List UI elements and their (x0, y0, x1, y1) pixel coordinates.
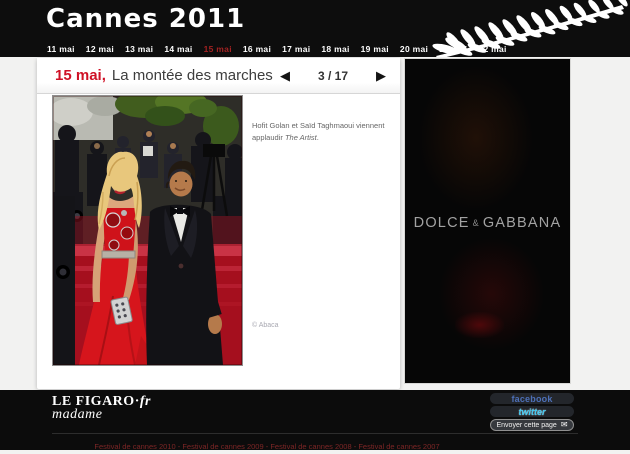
site-title: Cannes 2011 (46, 4, 245, 34)
date-nav-item-12-mai[interactable]: 12 mai (86, 44, 114, 54)
gallery-header: 15 mai, La montée des marches ◀ 3 / 17 ▶ (37, 58, 400, 94)
date-nav-item-19-mai[interactable]: 19 mai (361, 44, 389, 54)
caption-work-title: The Artist (285, 133, 317, 142)
gallery-date-label: 15 mai, (55, 67, 106, 84)
twitter-button[interactable]: twitter (490, 406, 574, 417)
logo-fr-text: fr (140, 394, 151, 409)
previous-photo-button[interactable]: ◀ (276, 67, 294, 84)
ad-brand-text: DOLCE&GABBANA (405, 215, 570, 231)
social-buttons: facebook twitter Envoyer cette page ✉ (490, 393, 576, 433)
ad-brand-right: GABBANA (483, 215, 562, 231)
ad-brand-ampersand: & (470, 218, 483, 228)
logo-madame-text: madame (52, 408, 151, 423)
content-area: 15 mai, La montée des marches ◀ 3 / 17 ▶ (0, 57, 630, 390)
footer-links: Festival de cannes 2010 - Festival de ca… (52, 436, 482, 454)
lefigaro-madame-logo[interactable]: LE FIGARO·fr madame (52, 395, 151, 422)
photo-counter: 3 / 17 (294, 69, 372, 83)
send-page-button[interactable]: Envoyer cette page ✉ (490, 419, 574, 431)
date-nav-item-14-mai[interactable]: 14 mai (164, 44, 192, 54)
photo-caption: Hofit Golan et Saïd Taghmaoui viennent a… (252, 120, 390, 143)
next-photo-button[interactable]: ▶ (372, 67, 390, 84)
red-carpet-photo-illustration (53, 96, 242, 365)
date-nav-item-17-mai[interactable]: 17 mai (282, 44, 310, 54)
caption-end: . (317, 133, 319, 142)
twitter-logo-text: twitter (519, 407, 546, 417)
date-nav-item-18-mai[interactable]: 18 mai (321, 44, 349, 54)
ad-background-shape (418, 65, 534, 211)
envelope-icon: ✉ (561, 421, 568, 429)
facebook-logo-text: facebook (511, 394, 552, 404)
date-nav-item-15-mai[interactable]: 15 mai (204, 44, 232, 54)
dolce-gabbana-ad[interactable]: DOLCE&GABBANA (405, 59, 570, 383)
date-nav-item-11-mai[interactable]: 11 mai (47, 44, 75, 54)
photo-credit: © Abaca (252, 322, 279, 329)
gallery-panel: 15 mai, La montée des marches ◀ 3 / 17 ▶ (37, 58, 400, 389)
site-header: Cannes 2011 11 mai 12 mai 13 mai 14 mai 15 m… (0, 0, 630, 57)
footer-divider (52, 433, 578, 434)
gallery-title: La montée des marches (112, 67, 273, 84)
page-footer: LE FIGARO·fr madame facebook twitter Env… (0, 390, 630, 450)
date-nav-item-13-mai[interactable]: 13 mai (125, 44, 153, 54)
palm-branch-icon (432, 0, 630, 57)
date-nav-item-16-mai[interactable]: 16 mai (243, 44, 271, 54)
date-nav-item-20-mai[interactable]: 20 mai (400, 44, 428, 54)
ad-background-shape (455, 312, 505, 338)
ad-brand-left: DOLCE (414, 215, 470, 231)
facebook-button[interactable]: facebook (490, 393, 574, 404)
gallery-photo[interactable] (52, 95, 243, 366)
send-page-label: Envoyer cette page (496, 422, 556, 429)
